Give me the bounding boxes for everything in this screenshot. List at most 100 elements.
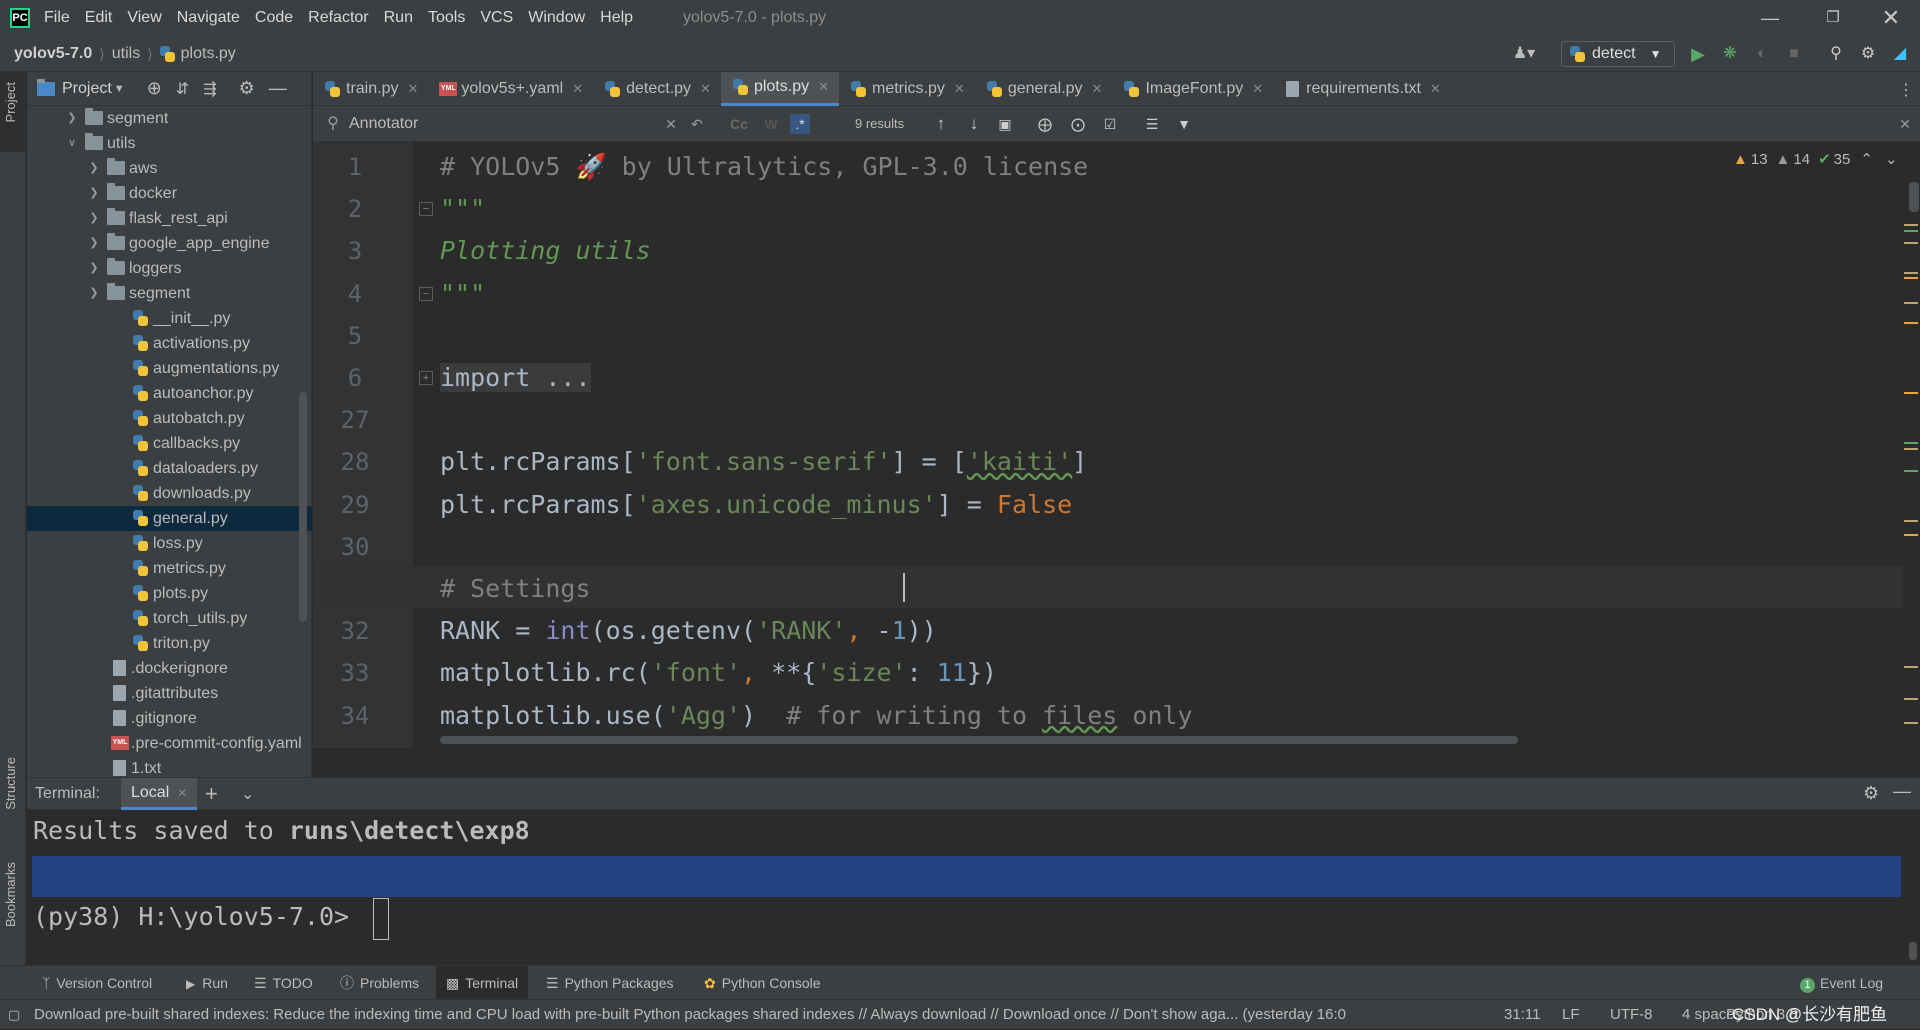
run-tab[interactable]: ▶ Run: [186, 966, 228, 1000]
problems-tab[interactable]: ⓘ Problems: [340, 966, 419, 1000]
tree-file[interactable]: .dockerignore: [27, 656, 312, 681]
options-gear-icon[interactable]: ⚙: [239, 78, 255, 99]
project-scrollbar[interactable]: [299, 392, 307, 622]
terminal-tab-local[interactable]: Local ✕: [121, 778, 198, 810]
close-tab-icon[interactable]: ✕: [1092, 81, 1103, 97]
tree-file[interactable]: dataloaders.py: [27, 456, 312, 481]
tree-file[interactable]: loss.py: [27, 531, 312, 556]
toggle-tool-windows-icon[interactable]: ▢: [8, 1000, 20, 1030]
tree-folder[interactable]: ❯ flask_rest_api: [27, 206, 312, 231]
terminal-scrollbar[interactable]: [1909, 942, 1917, 960]
chevron-right-icon[interactable]: ❯: [87, 156, 101, 181]
menu-code[interactable]: Code: [255, 0, 293, 36]
menu-file[interactable]: File: [44, 0, 70, 36]
clear-search-icon[interactable]: ✕: [661, 114, 681, 134]
tree-file[interactable]: YML .pre-commit-config.yaml: [27, 731, 312, 756]
chevron-right-icon[interactable]: ❯: [87, 281, 101, 306]
whole-words-toggle[interactable]: W: [761, 114, 781, 134]
tree-folder[interactable]: ❯ segment: [27, 281, 312, 306]
expand-fold-icon[interactable]: +: [419, 371, 433, 385]
tree-file[interactable]: autobatch.py: [27, 406, 312, 431]
tree-folder[interactable]: ∨ utils: [27, 131, 312, 156]
menu-view[interactable]: View: [127, 0, 161, 36]
settings-gear-icon[interactable]: ⚙: [1858, 44, 1878, 64]
inspection-widget[interactable]: ▲ 13 ▲ 14 ✔ 35 ⌃ ⌄: [1733, 150, 1898, 169]
close-find-bar-icon[interactable]: ✕: [1895, 114, 1915, 134]
chevron-down-icon[interactable]: ▼: [114, 83, 125, 95]
collapse-all-icon[interactable]: ⇶: [203, 79, 216, 99]
chevron-right-icon[interactable]: ❯: [65, 106, 79, 131]
restore-window-button[interactable]: ❐: [1808, 0, 1858, 36]
tree-folder[interactable]: ❯ loggers: [27, 256, 312, 281]
chevron-right-icon[interactable]: ❯: [87, 231, 101, 256]
collapse-fold-icon[interactable]: −: [419, 202, 433, 217]
tree-file[interactable]: callbacks.py: [27, 431, 312, 456]
breadcrumb-project[interactable]: yolov5-7.0: [14, 45, 92, 63]
tree-file[interactable]: triton.py: [27, 631, 312, 656]
tree-file[interactable]: .gitattributes: [27, 681, 312, 706]
debug-icon[interactable]: ❋: [1720, 44, 1740, 64]
editor-tab[interactable]: detect.py ✕: [593, 72, 721, 106]
event-log-tab[interactable]: 1 Event Log: [1800, 966, 1883, 1000]
expand-all-icon[interactable]: ⇵: [176, 79, 189, 99]
tree-file[interactable]: activations.py: [27, 331, 312, 356]
menu-run[interactable]: Run: [384, 0, 413, 36]
editor-tab[interactable]: metrics.py ✕: [839, 72, 975, 106]
add-occurrence-icon[interactable]: ⨁: [1035, 114, 1055, 134]
search-icon[interactable]: ⚲: [323, 114, 343, 134]
chevron-down-icon[interactable]: ∨: [65, 131, 79, 156]
file-encoding[interactable]: UTF-8: [1610, 1000, 1653, 1030]
menu-vcs[interactable]: VCS: [480, 0, 513, 36]
close-tab-icon[interactable]: ✕: [572, 81, 583, 97]
tree-file[interactable]: 1.txt: [27, 756, 312, 777]
editor-tab[interactable]: YML yolov5s+.yaml ✕: [428, 72, 593, 106]
version-control-tab[interactable]: ᛉ Version Control: [42, 966, 152, 1000]
jetbrains-toolbox-icon[interactable]: ◢: [1890, 44, 1910, 64]
new-terminal-icon[interactable]: +: [205, 781, 218, 807]
select-all-occurrences-icon[interactable]: ▣: [995, 114, 1015, 134]
next-occurrence-icon[interactable]: ↓: [964, 114, 984, 134]
terminal-output[interactable]: Results saved to runs\detect\exp8 (py38)…: [27, 810, 1920, 964]
close-window-button[interactable]: ✕: [1866, 0, 1916, 36]
tree-file[interactable]: plots.py: [27, 581, 312, 606]
remove-occurrence-icon[interactable]: ⨀: [1068, 114, 1088, 134]
chevron-right-icon[interactable]: ❯: [87, 206, 101, 231]
menu-edit[interactable]: Edit: [85, 0, 113, 36]
close-tab-icon[interactable]: ✕: [407, 81, 418, 97]
menu-help[interactable]: Help: [600, 0, 633, 36]
chevron-down-icon[interactable]: ⌄: [241, 784, 254, 804]
editor-tab[interactable]: ImageFont.py ✕: [1112, 72, 1273, 106]
chevron-right-icon[interactable]: ❯: [87, 181, 101, 206]
search-everywhere-icon[interactable]: ⚲: [1826, 44, 1846, 64]
next-highlight-icon[interactable]: ⌄: [1885, 150, 1898, 168]
menu-window[interactable]: Window: [528, 0, 585, 36]
bookmarks-tool-window-tab[interactable]: Bookmarks: [0, 857, 26, 957]
run-with-coverage-icon[interactable]: ◐: [1752, 44, 1772, 64]
line-separator[interactable]: LF: [1562, 1000, 1580, 1030]
chevron-right-icon[interactable]: ❯: [87, 256, 101, 281]
tree-file[interactable]: __init__.py: [27, 306, 312, 331]
locate-file-icon[interactable]: ⊕: [147, 78, 162, 99]
python-console-tab[interactable]: ✿ Python Console: [704, 966, 821, 1000]
close-tab-icon[interactable]: ✕: [700, 81, 711, 97]
tree-file[interactable]: downloads.py: [27, 481, 312, 506]
status-message[interactable]: Download pre-built shared indexes: Reduc…: [34, 1000, 1462, 1030]
menu-tools[interactable]: Tools: [428, 0, 465, 36]
tree-file[interactable]: autoanchor.py: [27, 381, 312, 406]
regex-toggle[interactable]: .*: [790, 114, 810, 134]
tree-folder[interactable]: ❯ aws: [27, 156, 312, 181]
close-tab-icon[interactable]: ✕: [177, 786, 187, 800]
tree-file[interactable]: general.py: [27, 506, 312, 531]
close-tab-icon[interactable]: ✕: [1252, 81, 1263, 97]
terminal-settings-gear-icon[interactable]: ⚙: [1863, 783, 1879, 804]
close-tab-icon[interactable]: ✕: [954, 81, 965, 97]
collapse-fold-icon[interactable]: −: [419, 286, 433, 301]
project-tool-window-tab[interactable]: Project: [0, 72, 26, 152]
menu-navigate[interactable]: Navigate: [177, 0, 240, 36]
todo-tab[interactable]: ☰ TODO: [254, 966, 313, 1000]
run-icon[interactable]: ▶: [1688, 44, 1708, 64]
breadcrumb-folder[interactable]: utils: [112, 45, 140, 63]
editor-tab[interactable]: requirements.txt ✕: [1273, 72, 1451, 106]
match-case-toggle[interactable]: Cc: [729, 114, 749, 134]
previous-occurrence-icon[interactable]: ↑: [931, 114, 951, 134]
